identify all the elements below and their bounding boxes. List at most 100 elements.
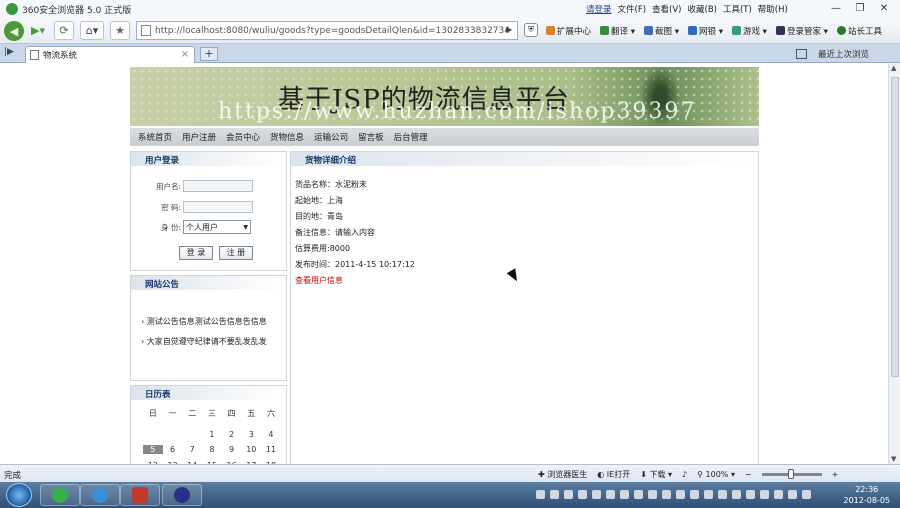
role-select[interactable]: 个人用户 ▼	[183, 220, 251, 234]
menu-login[interactable]: 请登录	[586, 3, 612, 15]
start-button-icon[interactable]	[6, 483, 32, 507]
favorite-star-icon[interactable]: ★	[110, 21, 130, 40]
tray-icon[interactable]	[536, 490, 545, 499]
nav-home[interactable]: 系统首页	[138, 131, 172, 143]
tray-icon[interactable]	[662, 490, 671, 499]
address-url[interactable]: http://localhost:8080/wuliu/goods?type=g…	[155, 26, 510, 36]
zoom-slider[interactable]	[761, 469, 822, 479]
notice-item[interactable]: › 大家自觉遵守纪律请不要乱发乱发	[141, 336, 267, 347]
go-arrow-icon[interactable]: ▶	[506, 25, 512, 34]
zoom-slider-knob[interactable]	[787, 469, 794, 479]
games-button[interactable]: 游戏 ▾	[731, 25, 767, 37]
nav-register[interactable]: 用户注册	[182, 131, 216, 143]
tab-close-icon[interactable]: ×	[181, 49, 189, 60]
tray-icon[interactable]	[746, 490, 755, 499]
tray-icon[interactable]	[718, 490, 727, 499]
minimize-icon[interactable]: —	[824, 0, 848, 16]
home-icon[interactable]: ⌂▾	[80, 21, 104, 40]
taskbar-ie-icon[interactable]	[80, 484, 120, 506]
tray-icon[interactable]	[774, 490, 783, 499]
translate-button[interactable]: 翻译 ▾	[600, 25, 635, 37]
password-input[interactable]	[183, 201, 253, 213]
calendar-week: 1 2 3 4	[143, 430, 281, 439]
nav-transport-company[interactable]: 运输公司	[314, 131, 348, 143]
back-arrow-icon[interactable]: ◀	[4, 21, 24, 41]
forward-arrow-icon[interactable]: ▶▾	[28, 21, 48, 40]
menu-help[interactable]: 帮助(H)	[758, 3, 788, 15]
tray-icon[interactable]	[578, 490, 587, 499]
tray-icon[interactable]	[550, 490, 559, 499]
address-bar[interactable]: http://localhost:8080/wuliu/goods?type=g…	[136, 21, 518, 40]
nav-message-board[interactable]: 留言板	[358, 131, 384, 143]
taskbar-360browser-icon[interactable]	[40, 484, 80, 506]
browser-toolbar: ◀ ▶▾ ⟳ ⌂▾ ★ http://localhost:8080/wuliu/…	[0, 18, 900, 44]
menu-view[interactable]: 查看(V)	[652, 3, 681, 15]
download-button[interactable]: ⬇ 下载 ▾	[640, 469, 672, 480]
register-button[interactable]: 注 册	[219, 246, 253, 260]
menu-file[interactable]: 文件(F)	[618, 3, 647, 15]
zoom-level[interactable]: ⚲ 100% ▾	[697, 470, 735, 479]
login-button[interactable]: 登 录	[179, 246, 213, 260]
tray-icon[interactable]	[564, 490, 573, 499]
mouse-cursor-icon	[506, 268, 522, 284]
weekday: 四	[227, 409, 236, 418]
nav-member-center[interactable]: 会员中心	[226, 131, 260, 143]
zoom-out-icon[interactable]: −	[745, 470, 752, 479]
extension-center-button[interactable]: 扩展中心	[546, 25, 591, 37]
sidebar-toggle-icon[interactable]: |▶	[4, 47, 18, 59]
tray-icon[interactable]	[732, 490, 741, 499]
maximize-icon[interactable]: ❐	[848, 0, 872, 16]
nav-admin[interactable]: 后台管理	[394, 131, 428, 143]
calendar-day: 9	[229, 445, 235, 454]
scroll-down-icon[interactable]: ▼	[891, 455, 896, 463]
tray-icon[interactable]	[802, 490, 811, 499]
weekday: 五	[247, 409, 256, 418]
tray-icon[interactable]	[690, 490, 699, 499]
notice-header: 网站公告	[131, 276, 286, 290]
browser-title-bar: 360安全浏览器 5.0 正式版 请登录 文件(F) 查看(V) 收藏(B) 工…	[0, 0, 900, 18]
zoom-in-icon[interactable]: +	[832, 470, 839, 479]
status-bar: 完成 ✚ 浏览器医生 ◐ IE打开 ⬇ 下载 ▾ ♪ ⚲ 100% ▾ − +	[0, 464, 900, 482]
toolbar-extensions: 扩展中心 翻译 ▾ 截图 ▾ 网银 ▾ 游戏 ▾ 登录管家 ▾ 站长工具	[546, 25, 882, 37]
refresh-icon[interactable]: ⟳	[54, 21, 74, 40]
vertical-scrollbar[interactable]: ▲ ▼	[888, 63, 900, 464]
username-row: 用户名:	[153, 180, 253, 192]
tray-icon[interactable]	[760, 490, 769, 499]
taskbar-clock[interactable]: 22:36 2012-08-05	[844, 484, 891, 506]
tray-icon[interactable]	[606, 490, 615, 499]
taskbar-eclipse-icon[interactable]	[162, 484, 202, 506]
tray-icon[interactable]	[592, 490, 601, 499]
tray-icon[interactable]	[648, 490, 657, 499]
tray-icon[interactable]	[620, 490, 629, 499]
taskbar-app-icon[interactable]	[120, 484, 160, 506]
browser-doctor-button[interactable]: ✚ 浏览器医生	[538, 469, 587, 480]
tab-logistics[interactable]: 物流系统 ×	[25, 46, 195, 63]
webmaster-tools-button[interactable]: 站长工具	[836, 25, 882, 37]
clock-time: 22:36	[855, 485, 879, 494]
tray-icon[interactable]	[676, 490, 685, 499]
notice-panel: 网站公告 › 测试公告信息测试公告信息告信息 › 大家自觉遵守纪律请不要乱发乱发	[130, 275, 287, 381]
scroll-up-icon[interactable]: ▲	[891, 64, 896, 72]
security-shield-icon[interactable]: ⛨	[524, 23, 538, 37]
restore-last-session[interactable]: 最近上次浏览	[818, 48, 869, 60]
tray-icon[interactable]	[788, 490, 797, 499]
username-input[interactable]	[183, 180, 253, 192]
goods-detail-header: 货物详细介绍	[291, 152, 758, 166]
tray-icon[interactable]	[704, 490, 713, 499]
screenshot-button[interactable]: 截图 ▾	[644, 25, 679, 37]
view-user-info-link[interactable]: 查看用户信息	[295, 275, 343, 286]
menu-tools[interactable]: 工具(T)	[723, 3, 752, 15]
menu-favorites[interactable]: 收藏(B)	[688, 3, 717, 15]
role-label: 身 份:	[161, 222, 181, 232]
online-bank-button[interactable]: 网银 ▾	[687, 25, 723, 37]
scroll-thumb[interactable]	[891, 77, 899, 377]
notice-item[interactable]: › 测试公告信息测试公告信息告信息	[141, 316, 267, 327]
nav-goods-info[interactable]: 货物信息	[270, 131, 304, 143]
window-list-icon[interactable]	[796, 49, 807, 59]
login-manager-button[interactable]: 登录管家 ▾	[775, 25, 828, 37]
speaker-icon[interactable]: ♪	[682, 470, 687, 479]
tray-icon[interactable]	[634, 490, 643, 499]
new-tab-button[interactable]: +	[200, 47, 218, 61]
close-icon[interactable]: ✕	[872, 0, 896, 16]
ie-open-button[interactable]: ◐ IE打开	[597, 469, 630, 480]
